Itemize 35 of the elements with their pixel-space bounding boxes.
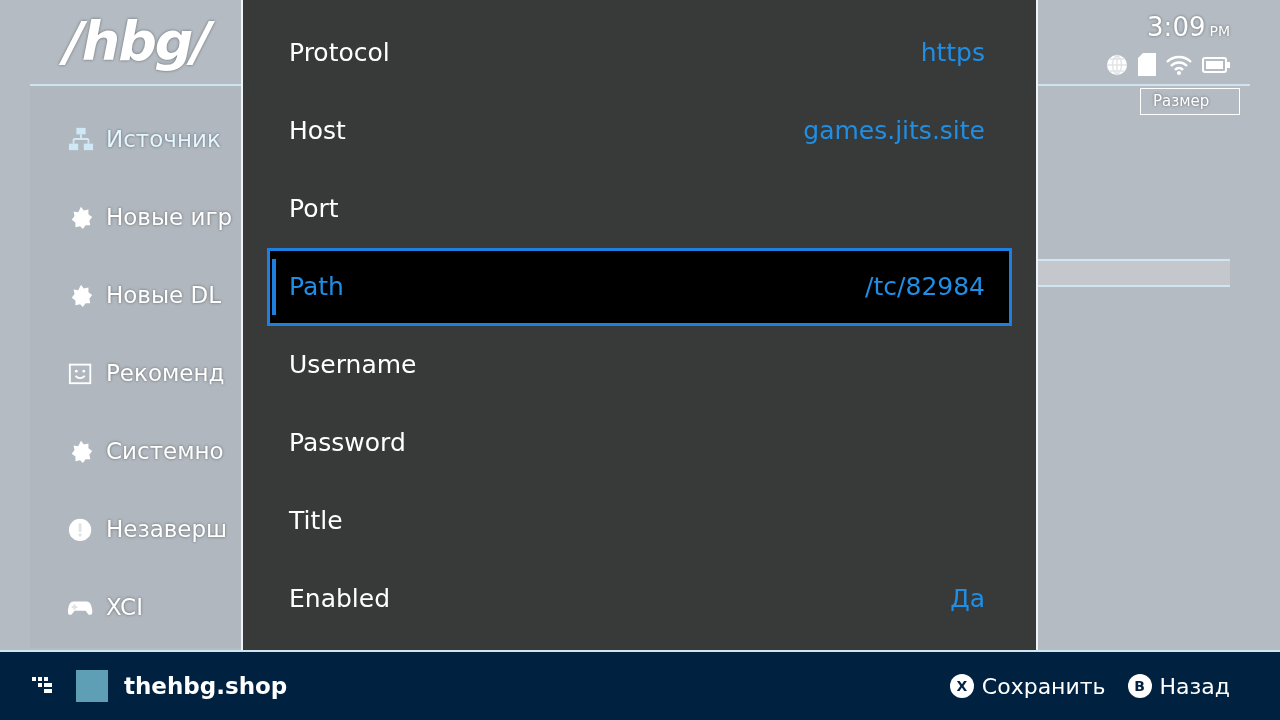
column-header: Размер xyxy=(1140,88,1240,115)
sources-icon xyxy=(68,126,94,152)
field-value: games.jits.site xyxy=(803,115,985,148)
globe-icon xyxy=(1106,53,1128,76)
settings-row[interactable]: Password xyxy=(267,404,1012,482)
field-label: Title xyxy=(289,505,343,538)
field-value: Да xyxy=(950,583,985,616)
field-label: Password xyxy=(289,427,406,460)
field-label: Port xyxy=(289,193,339,226)
action-hint[interactable]: B Назад xyxy=(1127,669,1230,703)
avatar-placeholder xyxy=(76,670,108,702)
sd-card-icon xyxy=(1138,53,1156,76)
field-label: Host xyxy=(289,115,346,148)
clock: 3:09 PM xyxy=(1147,11,1230,44)
settings-row[interactable]: Path /tc/82984 xyxy=(267,248,1012,326)
app-logo: /hbg/ xyxy=(60,9,222,75)
settings-row[interactable]: Port xyxy=(267,170,1012,248)
shop-name: thehbg.shop xyxy=(124,671,288,701)
settings-row[interactable]: Username xyxy=(267,326,1012,404)
field-value: /tc/82984 xyxy=(865,271,985,304)
action-hint[interactable]: X Сохранить xyxy=(949,669,1106,703)
apps-grid-icon[interactable] xyxy=(32,677,52,695)
field-label: Enabled xyxy=(289,583,391,616)
text-cursor xyxy=(272,259,276,315)
field-value: https xyxy=(920,37,985,70)
settings-row[interactable]: Host games.jits.site xyxy=(267,92,1012,170)
alert-icon xyxy=(68,516,94,542)
settings-row[interactable]: Protocol https xyxy=(267,14,1012,92)
battery-icon xyxy=(1202,56,1230,73)
settings-row[interactable]: Enabled Да xyxy=(267,560,1012,638)
wifi-icon xyxy=(1166,54,1192,75)
field-label: Protocol xyxy=(289,37,390,70)
field-label: Path xyxy=(289,271,344,304)
settings-row[interactable]: Title xyxy=(267,482,1012,560)
field-label: Username xyxy=(289,349,417,382)
